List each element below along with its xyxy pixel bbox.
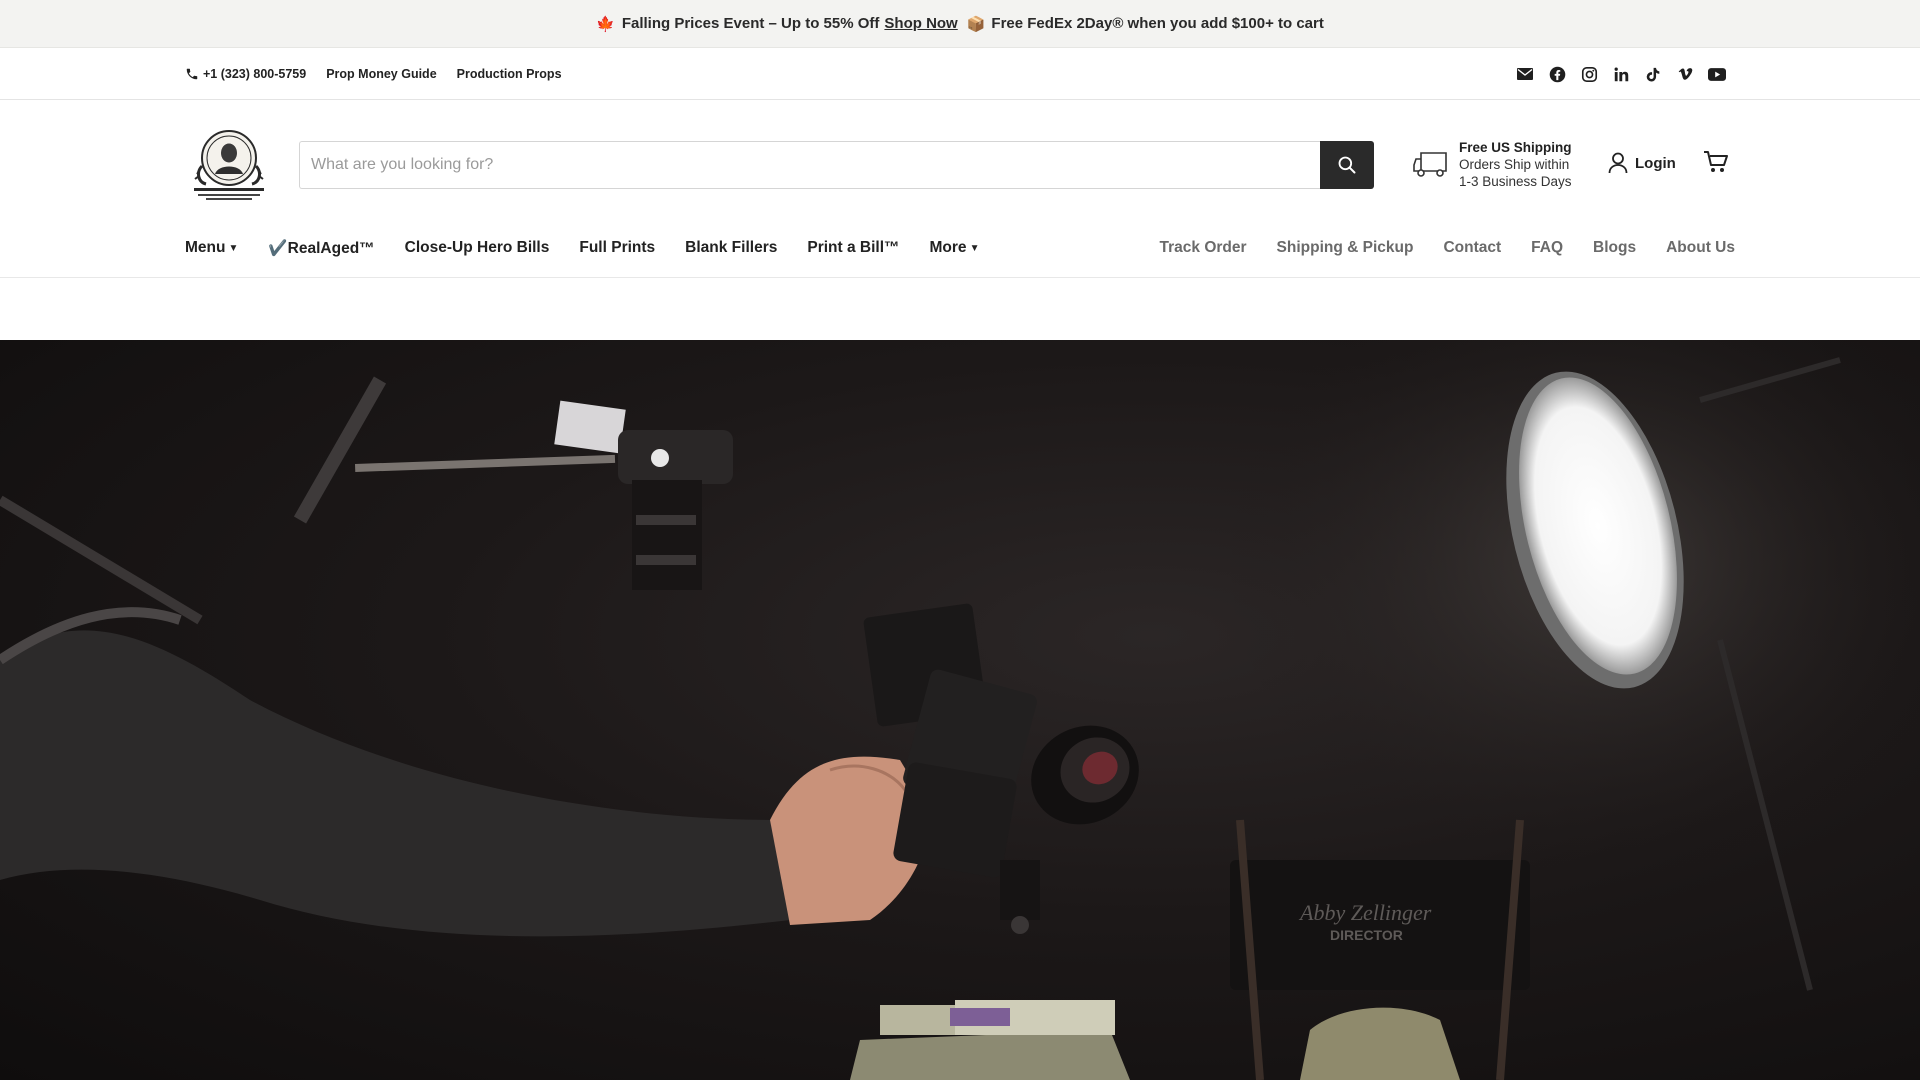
nav-label: Close-Up Hero Bills bbox=[404, 239, 550, 256]
vimeo-icon[interactable] bbox=[1676, 65, 1694, 83]
cart-button[interactable] bbox=[1703, 150, 1729, 179]
phone-icon bbox=[186, 68, 198, 80]
utility-bar: +1 (323) 800-5759 Prop Money Guide Produ… bbox=[0, 48, 1920, 100]
announcement-suffix: Free FedEx 2Day® when you add $100+ to c… bbox=[991, 15, 1324, 32]
camera-rig bbox=[863, 603, 1139, 934]
user-icon bbox=[1608, 152, 1628, 174]
chair-role: DIRECTOR bbox=[1330, 927, 1403, 943]
production-props-link[interactable]: Production Props bbox=[457, 67, 562, 81]
social-links bbox=[1516, 48, 1726, 100]
main-navigation: Menu ▼ ✔️RealAged™ Close-Up Hero Bills Fu… bbox=[0, 228, 1920, 278]
instagram-icon[interactable] bbox=[1580, 65, 1598, 83]
phone-number: +1 (323) 800-5759 bbox=[203, 67, 307, 81]
shipping-line-3: 1-3 Business Days bbox=[1459, 174, 1572, 189]
nav-track-order[interactable]: Track Order bbox=[1160, 239, 1247, 257]
search-bar bbox=[299, 141, 1374, 189]
shipping-line-2: Orders Ship within bbox=[1459, 157, 1570, 172]
youtube-icon[interactable] bbox=[1708, 65, 1726, 83]
search-button[interactable] bbox=[1320, 141, 1374, 189]
nav-contact[interactable]: Contact bbox=[1443, 239, 1501, 257]
truck-icon bbox=[1413, 151, 1447, 177]
linkedin-icon[interactable] bbox=[1612, 65, 1630, 83]
package-icon: 📦 bbox=[966, 15, 986, 33]
hero-image: Abby Zellinger DIRECTOR bbox=[0, 340, 1920, 1080]
shipping-title: Free US Shipping bbox=[1459, 140, 1572, 155]
nav-faq[interactable]: FAQ bbox=[1531, 239, 1563, 257]
nav-label: Full Prints bbox=[579, 239, 656, 256]
announcement-bar: 🍁 Falling Prices Event – Up to 55% Off S… bbox=[0, 0, 1920, 48]
nav-label: Print a Bill™ bbox=[807, 239, 900, 256]
facebook-icon[interactable] bbox=[1548, 65, 1566, 83]
nav-full-prints[interactable]: Full Prints bbox=[579, 239, 655, 257]
site-header: Free US Shipping Orders Ship within 1-3 … bbox=[0, 100, 1920, 228]
search-input[interactable] bbox=[299, 141, 1320, 189]
email-icon[interactable] bbox=[1516, 65, 1534, 83]
shop-now-link[interactable]: Shop Now bbox=[884, 15, 957, 32]
nav-about-us[interactable]: About Us bbox=[1666, 239, 1735, 257]
hero-banner: Abby Zellinger DIRECTOR bbox=[0, 340, 1920, 1080]
search-icon bbox=[1338, 156, 1356, 174]
nav-menu-dropdown[interactable]: Menu ▼ bbox=[185, 239, 238, 257]
chair-name: Abby Zellinger bbox=[1298, 900, 1432, 925]
nav-shipping-pickup[interactable]: Shipping & Pickup bbox=[1277, 239, 1414, 257]
nav-label: Menu bbox=[185, 239, 226, 256]
nav-print-a-bill[interactable]: Print a Bill™ bbox=[807, 239, 899, 257]
maple-leaf-icon: 🍁 bbox=[596, 15, 615, 33]
chevron-down-icon: ▼ bbox=[969, 242, 980, 254]
nav-blank-fillers[interactable]: Blank Fillers bbox=[685, 239, 777, 257]
shipping-info: Free US Shipping Orders Ship within 1-3 … bbox=[1413, 139, 1572, 190]
nav-label: Blank Fillers bbox=[685, 239, 778, 256]
nav-label: More bbox=[929, 239, 967, 256]
boom-light bbox=[355, 400, 733, 590]
announcement-prefix: Falling Prices Event – Up to 55% Off bbox=[621, 15, 880, 32]
nav-blogs[interactable]: Blogs bbox=[1593, 239, 1636, 257]
operator-arm bbox=[0, 607, 930, 937]
phone-link[interactable]: +1 (323) 800-5759 bbox=[185, 67, 306, 81]
tiktok-icon[interactable] bbox=[1644, 65, 1662, 83]
site-logo[interactable] bbox=[188, 126, 270, 202]
prop-money-guide-link[interactable]: Prop Money Guide bbox=[326, 67, 436, 81]
nav-label: ✔️RealAged™ bbox=[268, 239, 375, 257]
cart-icon bbox=[1704, 151, 1728, 172]
login-link[interactable]: Login bbox=[1608, 152, 1676, 174]
login-label: Login bbox=[1635, 154, 1676, 172]
nav-more-dropdown[interactable]: More ▼ bbox=[930, 239, 980, 257]
money-stacks bbox=[850, 1000, 1460, 1080]
nav-close-up-hero-bills[interactable]: Close-Up Hero Bills bbox=[405, 239, 550, 257]
nav-realaged[interactable]: ✔️RealAged™ bbox=[268, 239, 374, 258]
chevron-down-icon: ▼ bbox=[228, 242, 239, 254]
